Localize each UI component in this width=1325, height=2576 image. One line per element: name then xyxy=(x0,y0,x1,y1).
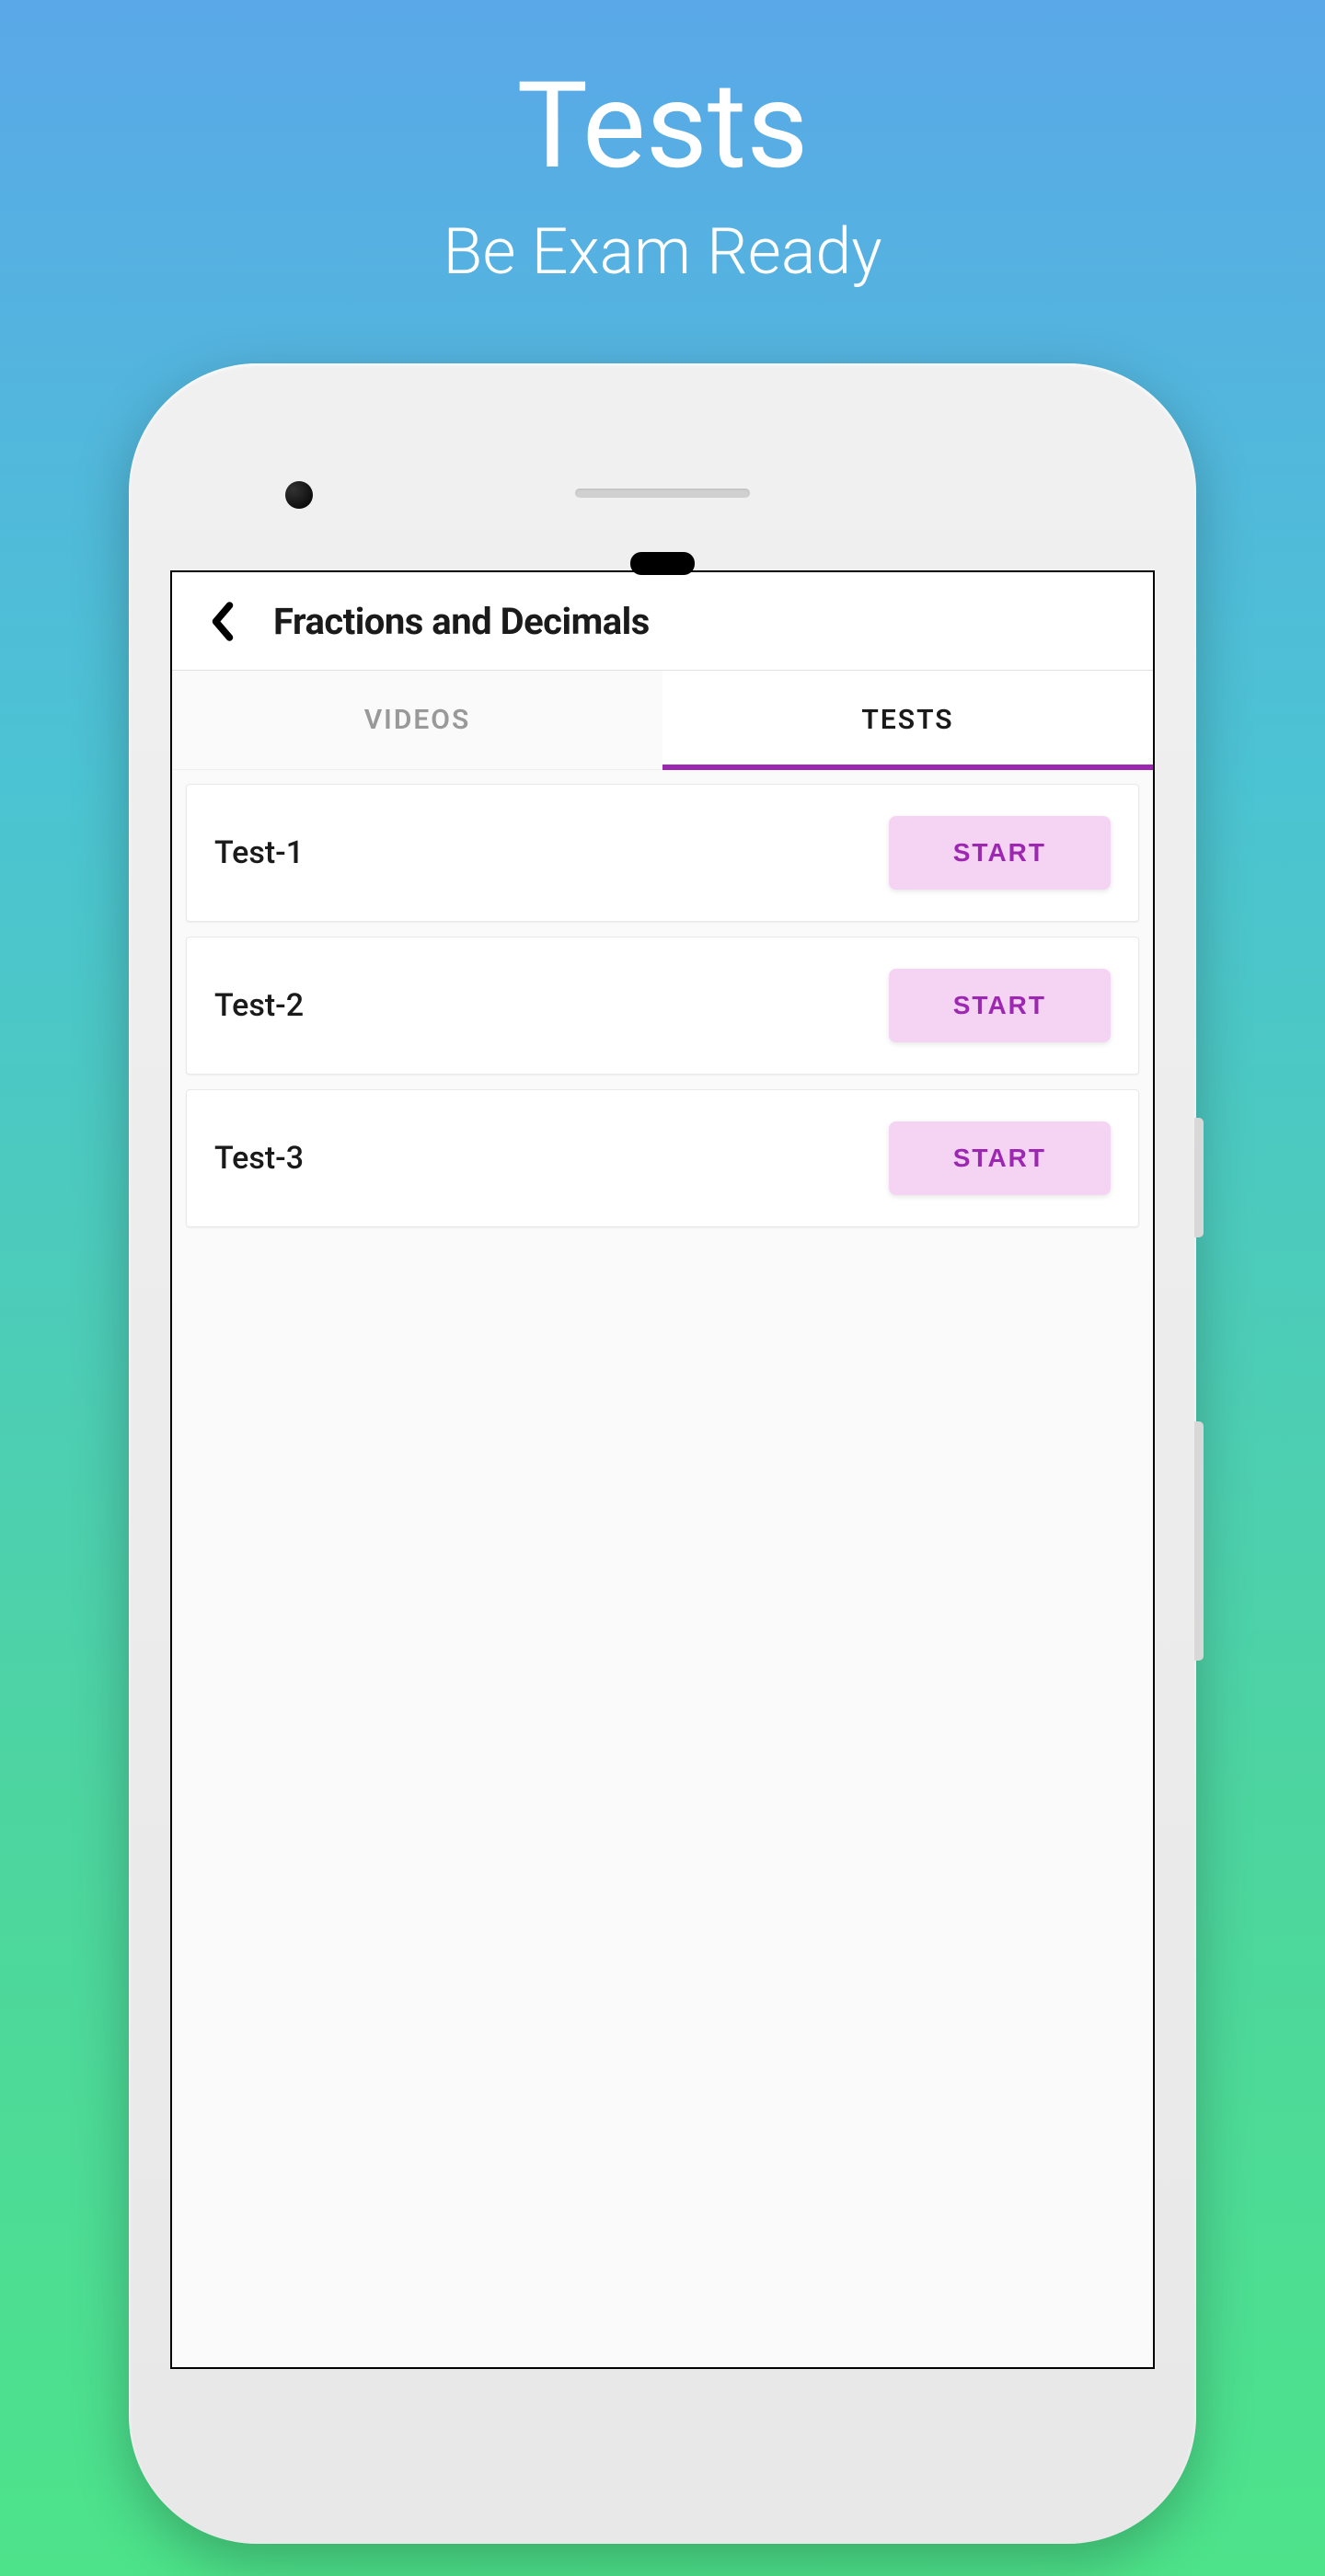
phone-screen: Fractions and Decimals VIDEOS TESTS Test… xyxy=(170,570,1155,2369)
chevron-left-icon xyxy=(209,601,236,642)
test-name: Test-2 xyxy=(214,987,304,1024)
start-button[interactable]: START xyxy=(889,816,1111,890)
phone-camera xyxy=(285,481,313,509)
test-name: Test-1 xyxy=(214,834,304,871)
phone-sensor-pill xyxy=(630,552,695,575)
page-title: Fractions and Decimals xyxy=(273,600,650,643)
test-row: Test-2 START xyxy=(186,937,1139,1075)
app-header: Fractions and Decimals xyxy=(172,572,1153,671)
tab-videos[interactable]: VIDEOS xyxy=(172,671,662,769)
back-button[interactable] xyxy=(200,598,246,644)
promo-title: Tests xyxy=(517,55,809,196)
test-row: Test-3 START xyxy=(186,1089,1139,1227)
phone-frame: Fractions and Decimals VIDEOS TESTS Test… xyxy=(129,363,1196,2544)
tabs: VIDEOS TESTS xyxy=(172,671,1153,770)
promo-subtitle: Be Exam Ready xyxy=(443,214,881,290)
start-button[interactable]: START xyxy=(889,1121,1111,1195)
tab-tests[interactable]: TESTS xyxy=(662,671,1153,769)
test-list: Test-1 START Test-2 START Test-3 START xyxy=(172,770,1153,2367)
start-button[interactable]: START xyxy=(889,969,1111,1042)
test-row: Test-1 START xyxy=(186,784,1139,922)
phone-power-button xyxy=(1194,1421,1204,1661)
phone-volume-button xyxy=(1194,1118,1204,1237)
test-name: Test-3 xyxy=(214,1140,304,1177)
